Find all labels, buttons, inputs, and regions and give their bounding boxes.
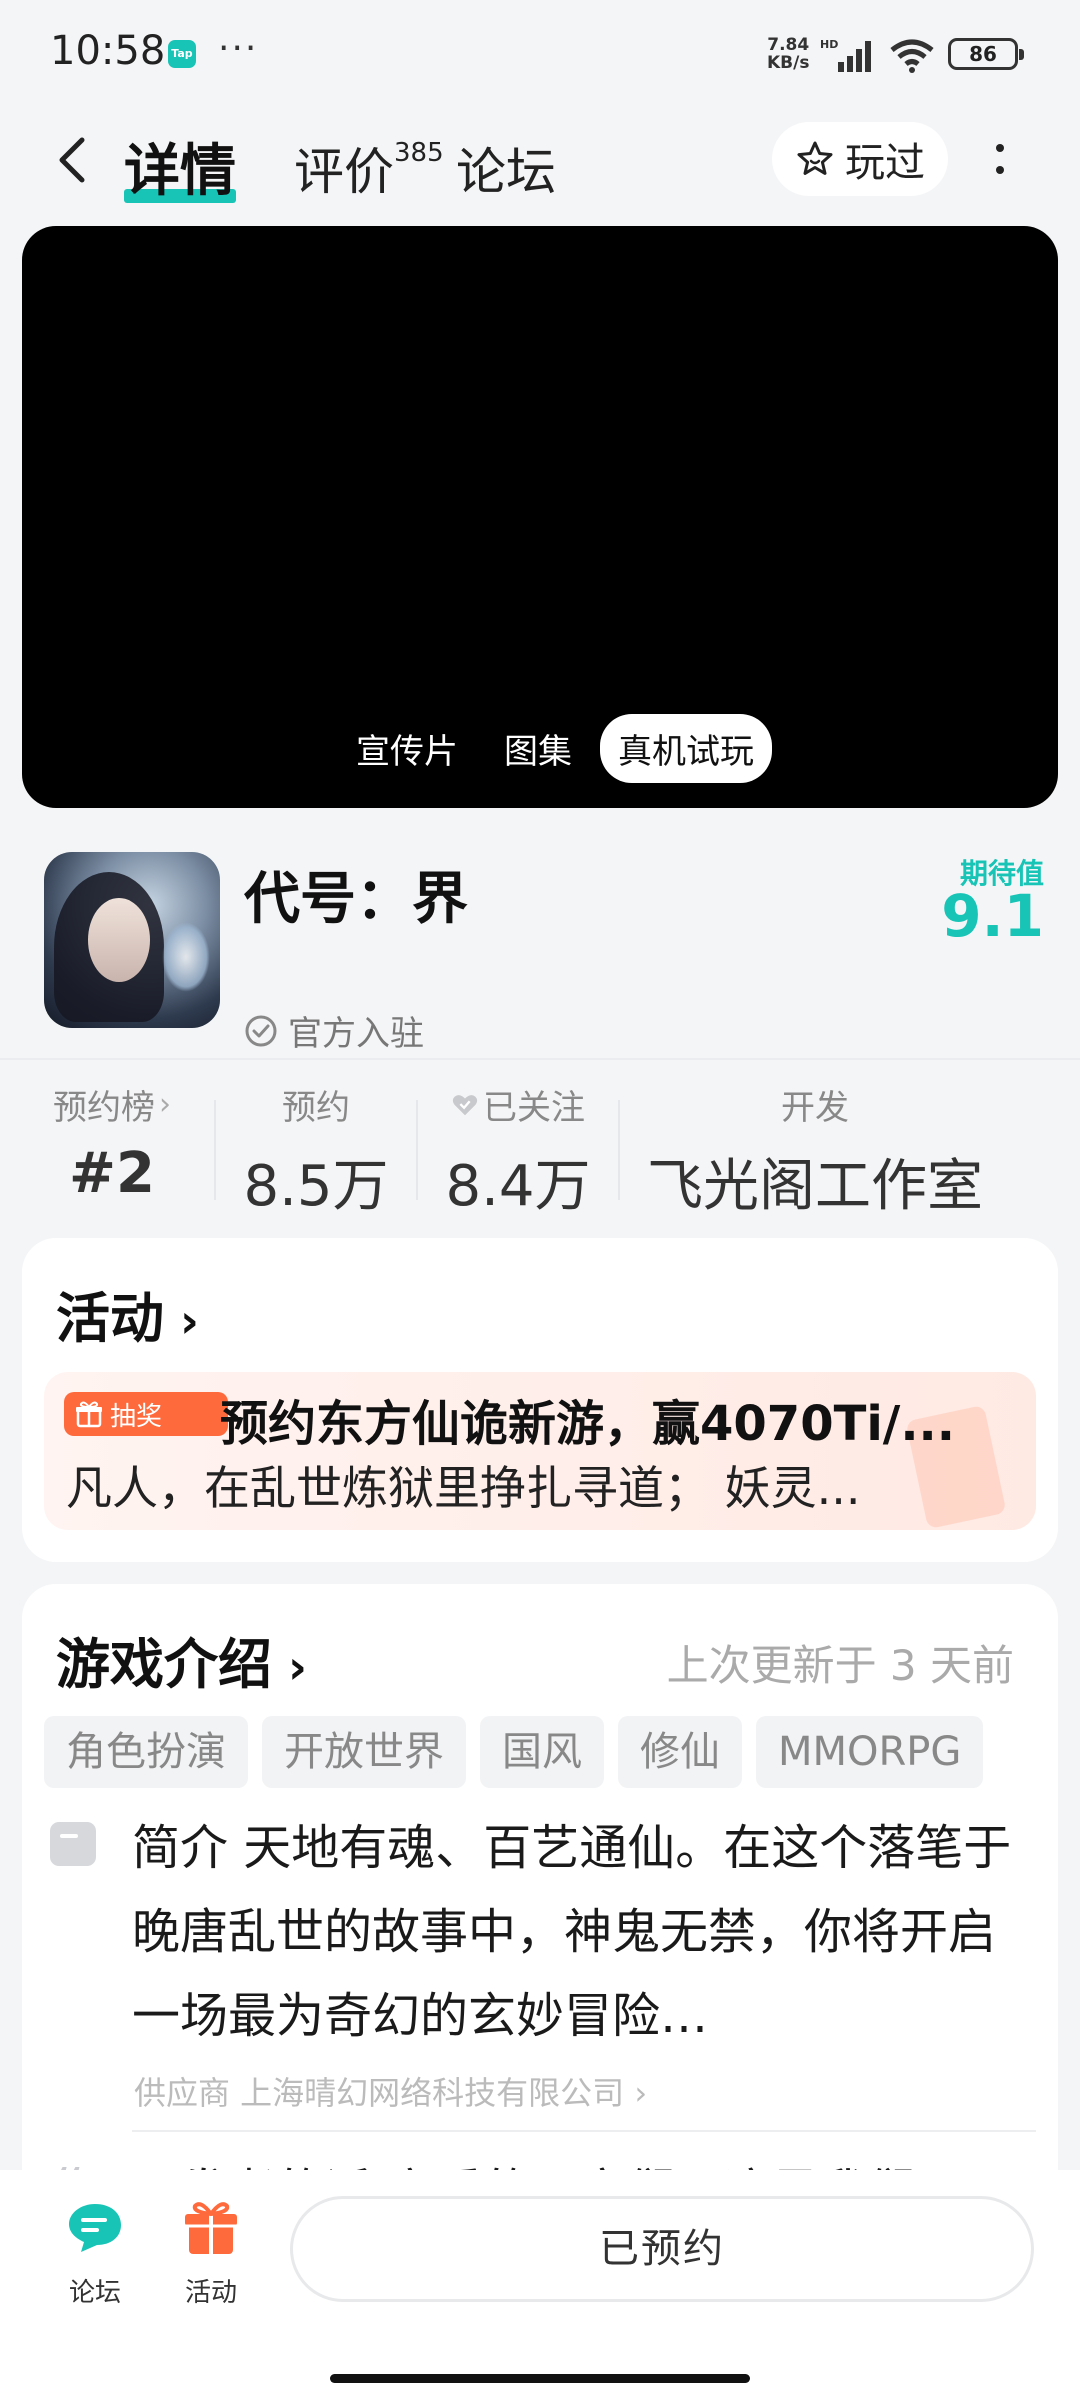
tag[interactable]: MMORPG (756, 1716, 984, 1788)
back-arrow-icon[interactable] (52, 132, 92, 188)
gift-icon (76, 1401, 102, 1428)
forum-icon (69, 2204, 121, 2252)
intro-text[interactable]: 简介 天地有魂、百艺通仙。在这个落笔于晚唐乱世的故事中，神鬼无禁，你将开启一场最… (132, 1806, 1032, 2058)
official-badge: 官方入驻 (244, 1006, 424, 1055)
divider (214, 1100, 216, 1200)
media-option-trailer[interactable]: 宣传片 (338, 714, 476, 783)
tag[interactable]: 国风 (480, 1716, 604, 1788)
updated-time: 上次更新于 3 天前 (666, 1641, 1014, 1690)
stat-developer[interactable]: 开发 飞光阁工作室 (630, 1080, 1000, 1222)
tab-forum[interactable]: 论坛 (456, 132, 556, 204)
tag[interactable]: 开放世界 (262, 1716, 466, 1788)
review-count: 385 (394, 138, 444, 169)
gift-icon (185, 2202, 237, 2254)
status-time: 10:58 (50, 28, 166, 74)
star-icon (797, 141, 833, 175)
more-menu-icon[interactable] (982, 132, 1018, 188)
heart-check-icon (452, 1094, 478, 1115)
activity-card: 活动 › 抽奖 预约东方仙诡新游，赢4070Ti/... 凡人，在乱世炼狱里挣扎… (22, 1238, 1058, 1562)
chevron-right-icon: › (159, 1087, 171, 1122)
divider (416, 1100, 418, 1200)
tag-list: 角色扮演 开放世界 国风 修仙 MMORPG (44, 1716, 1056, 1788)
cell-signal-icon: HD (820, 38, 871, 72)
svg-text:HD: HD (820, 38, 838, 51)
status-bar: 10:58 Tap ··· 7.84 KB/s HD 86 (0, 0, 1080, 110)
wifi-icon (890, 39, 934, 73)
battery-icon: 86 (948, 38, 1024, 70)
intro-card: 游戏介绍 › 上次更新于 3 天前 角色扮演 开放世界 国风 修仙 MMORPG 简介 … (22, 1584, 1058, 2230)
tap-notification-icon: Tap (168, 40, 196, 68)
tag[interactable]: 修仙 (618, 1716, 742, 1788)
game-name: 代号：界 (244, 867, 468, 932)
reserved-button[interactable]: 已预约 (290, 2196, 1034, 2302)
verified-check-icon (245, 1015, 277, 1046)
tab-detail[interactable]: 详情 (124, 126, 236, 207)
chevron-right-icon: › (272, 1640, 307, 1694)
home-indicator[interactable] (330, 2374, 750, 2383)
bottom-activity-button[interactable]: 活动 (156, 2198, 266, 2309)
intro-title[interactable]: 游戏介绍 › (56, 1620, 307, 1699)
activity-title[interactable]: 活动 › (56, 1274, 199, 1353)
expect-value: 9.1 (941, 882, 1044, 950)
stat-rank[interactable]: 预约榜 › #2 (22, 1080, 202, 1206)
chevron-right-icon: › (624, 2074, 648, 2112)
tag[interactable]: 角色扮演 (44, 1716, 248, 1788)
bottom-forum-button[interactable]: 论坛 (40, 2198, 150, 2309)
game-icon (44, 852, 220, 1028)
tab-review[interactable]: 评价385 (294, 132, 444, 204)
activity-banner[interactable]: 抽奖 预约东方仙诡新游，赢4070Ti/... 凡人，在乱世炼狱里挣扎寻道； 妖… (44, 1372, 1036, 1530)
divider (132, 2130, 1036, 2132)
media-player[interactable]: 宣传片 图集 真机试玩 (22, 226, 1058, 808)
bottom-bar: 论坛 活动 已预约 (0, 2170, 1080, 2400)
played-button[interactable]: 玩过 (772, 122, 948, 196)
divider (618, 1100, 620, 1200)
media-option-gallery[interactable]: 图集 (486, 714, 590, 783)
stat-reservations: 预约 8.5万 (243, 1088, 389, 1219)
more-notifications-icon: ··· (218, 28, 259, 69)
lottery-badge: 抽奖 (64, 1392, 228, 1436)
top-nav: 详情 评价385 论坛 玩过 (0, 110, 1080, 210)
media-option-gameplay[interactable]: 真机试玩 (600, 714, 772, 783)
description-icon (50, 1822, 96, 1866)
supplier-link[interactable]: 供应商 上海晴幻网络科技有限公司 › (134, 2068, 647, 2114)
network-speed: 7.84 KB/s (767, 35, 810, 73)
media-type-switch: 宣传片 图集 真机试玩 (338, 714, 772, 783)
activity-banner-title: 预约东方仙诡新游，赢4070Ti/... (220, 1396, 956, 1452)
activity-banner-desc: 凡人，在乱世炼狱里挣扎寻道； 妖灵... (66, 1461, 861, 1515)
chevron-right-icon: › (164, 1294, 199, 1348)
stats-row: 预约榜 › #2 预约 8.5万 已关注 8.4万 开发 飞光阁工作室 (0, 1080, 1080, 1220)
stat-followers[interactable]: 已关注 8.4万 (428, 1080, 608, 1222)
divider (0, 1058, 1080, 1060)
